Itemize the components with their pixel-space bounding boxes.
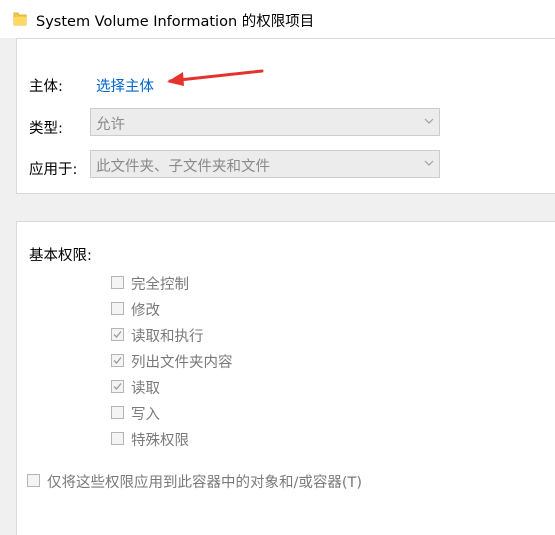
basic-permissions-title: 基本权限: [29, 248, 92, 264]
permission-label: 写入 [131, 407, 160, 423]
permission-label: 读取 [131, 381, 160, 397]
checkmark-icon [113, 357, 122, 364]
title-bar: System Volume Information 的权限项目 [0, 0, 555, 38]
type-label: 类型: [29, 121, 63, 137]
permission-label: 列出文件夹内容 [131, 355, 233, 371]
applies-to-combobox[interactable]: 此文件夹、子文件夹和文件 [90, 150, 440, 178]
select-principal-link[interactable]: 选择主体 [96, 75, 154, 96]
checkbox[interactable] [27, 474, 40, 487]
checkmark-icon [113, 331, 122, 338]
checkbox[interactable] [111, 302, 124, 315]
checkbox[interactable] [111, 432, 124, 445]
checkbox[interactable] [111, 328, 124, 341]
principal-label: 主体: [29, 79, 63, 95]
type-value: 允许 [96, 117, 125, 133]
annotation-arrow [167, 69, 264, 86]
chevron-down-icon [424, 118, 434, 124]
checkbox[interactable] [111, 380, 124, 393]
permission-label: 完全控制 [131, 277, 189, 293]
checkbox[interactable] [111, 406, 124, 419]
window-title: System Volume Information 的权限项目 [36, 14, 315, 30]
applies-to-value: 此文件夹、子文件夹和文件 [96, 159, 270, 175]
checkbox[interactable] [111, 354, 124, 367]
chevron-down-icon [424, 160, 434, 166]
permission-label: 特殊权限 [131, 433, 189, 449]
permission-label: 读取和执行 [131, 329, 204, 345]
apply-to-container-label: 仅将这些权限应用到此容器中的对象和/或容器(T) [47, 475, 363, 491]
folder-icon [13, 12, 27, 26]
checkmark-icon [113, 383, 122, 390]
checkbox[interactable] [111, 276, 124, 289]
applies-to-label: 应用于: [29, 162, 78, 178]
permission-label: 修改 [131, 303, 160, 319]
type-combobox[interactable]: 允许 [90, 108, 440, 136]
